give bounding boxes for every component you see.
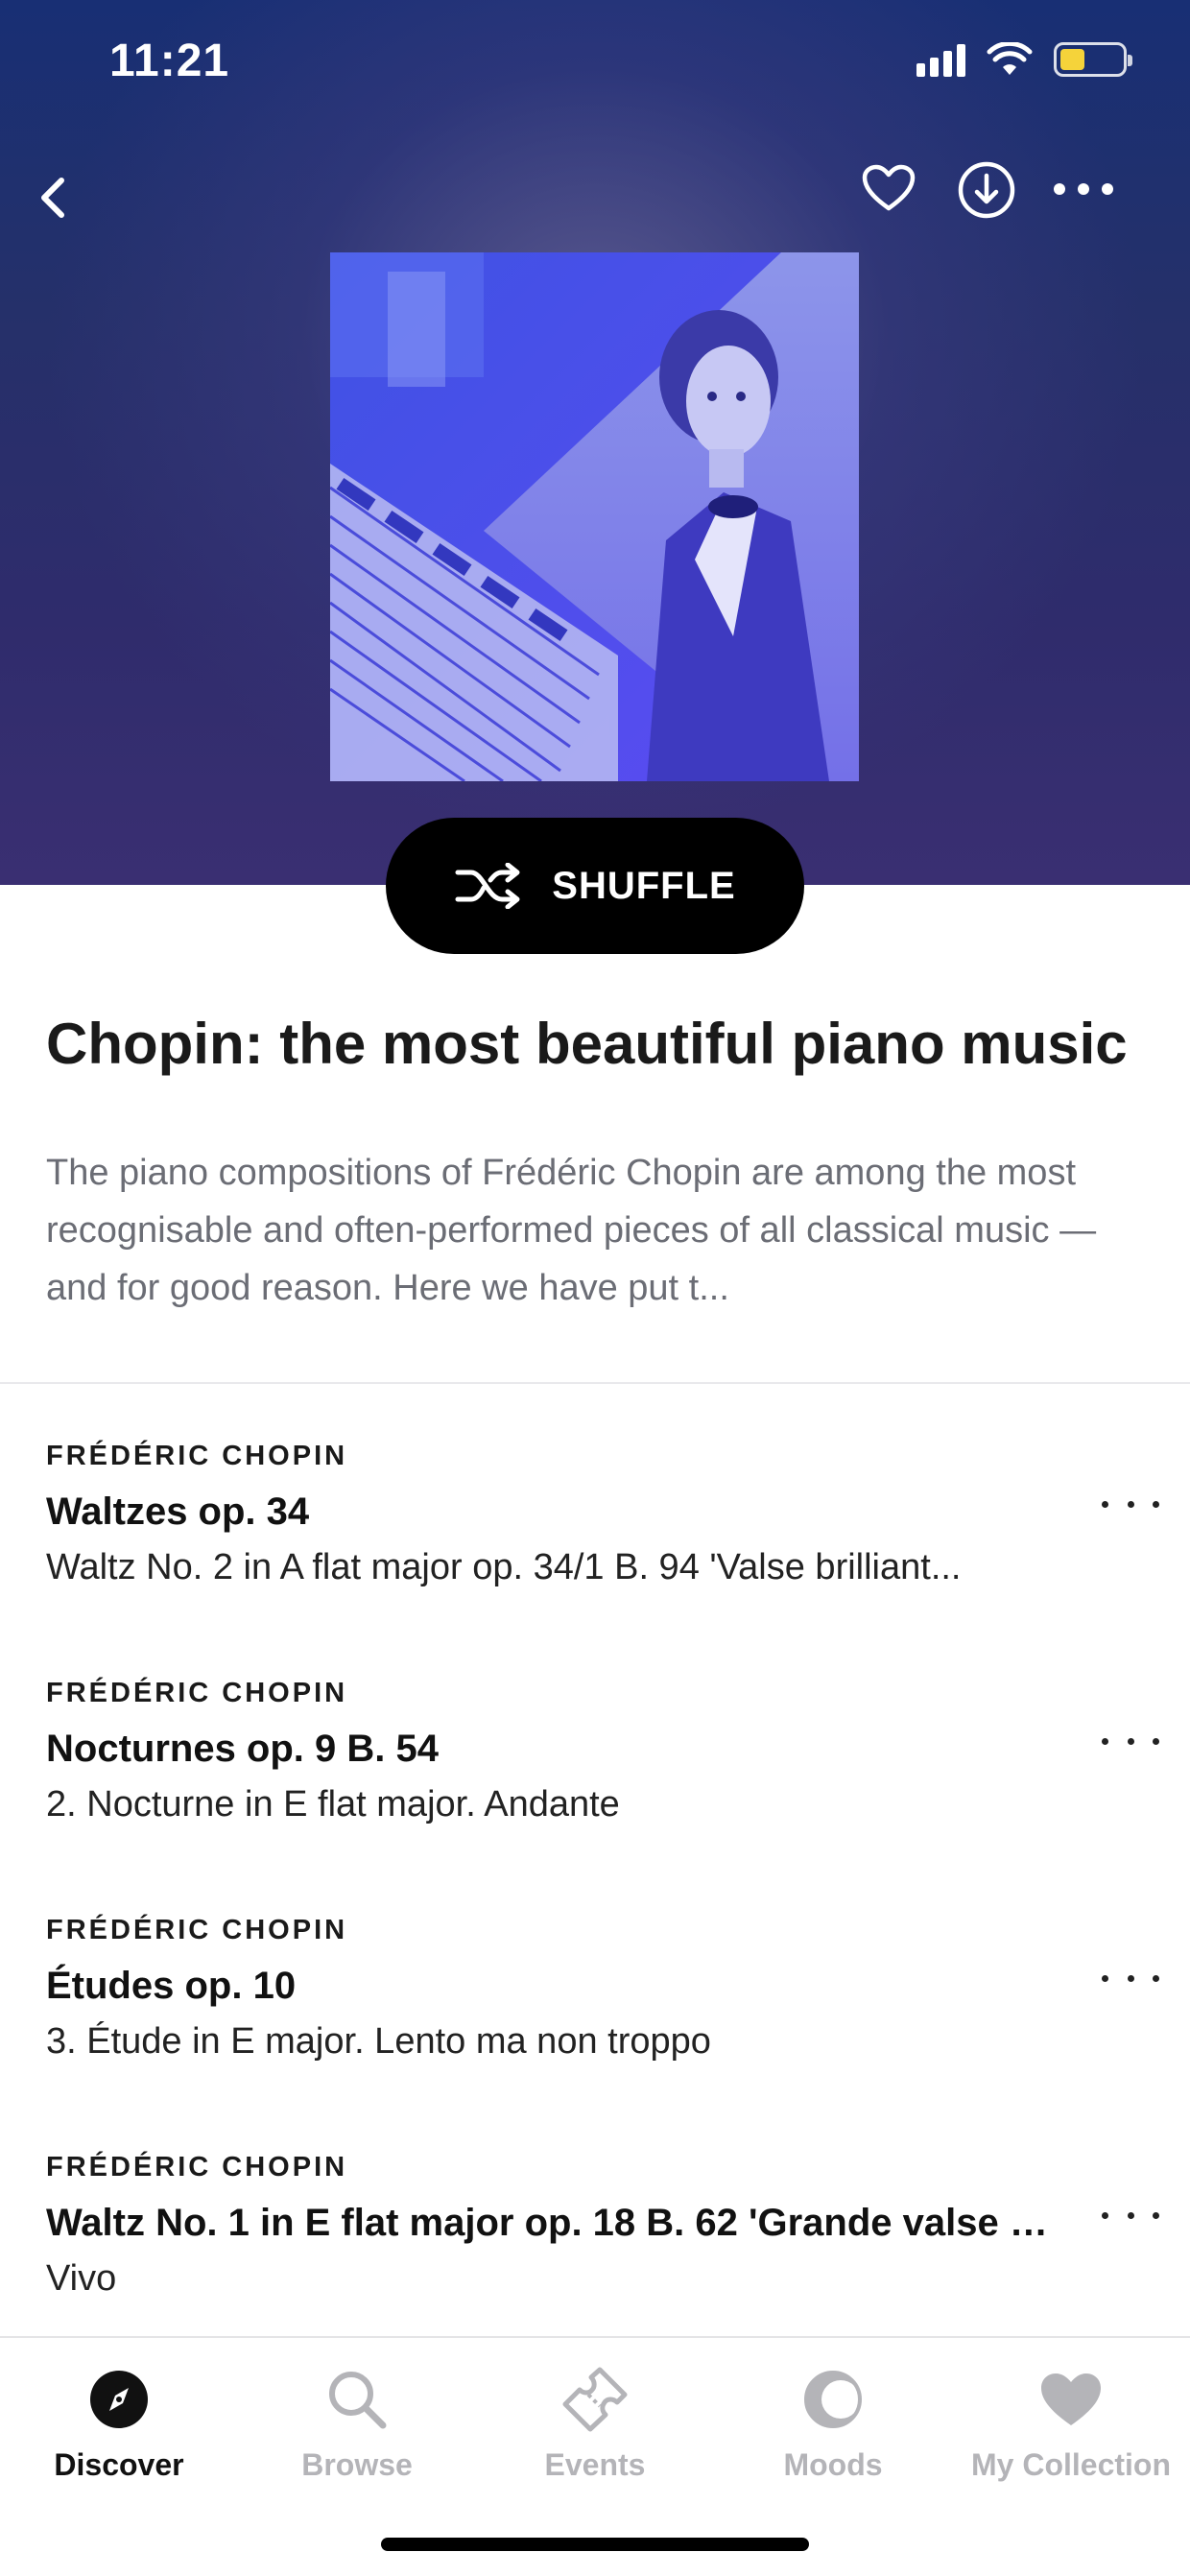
back-button[interactable]: [29, 169, 77, 227]
track-composer: FRÉDÉRIC CHOPIN: [46, 1915, 348, 1945]
track-work: Nocturnes op. 9 B. 54: [46, 1728, 439, 1770]
playlist-cover-art: [330, 252, 859, 781]
home-indicator[interactable]: [381, 2538, 809, 2551]
track-item[interactable]: FRÉDÉRIC CHOPIN Nocturnes op. 9 B. 54 2.…: [46, 1677, 1159, 1828]
tab-discover[interactable]: Discover: [0, 2359, 238, 2513]
track-piece: Waltz No. 2 in A flat major op. 34/1 B. …: [46, 1547, 962, 1587]
track-more-button[interactable]: [1102, 1490, 1159, 1518]
track-work: Waltz No. 1 in E flat major op. 18 B. 62…: [46, 2202, 1063, 2244]
tab-label: Browse: [301, 2447, 413, 2482]
track-piece: Vivo: [46, 2258, 117, 2299]
heart-outline-icon: [862, 164, 916, 211]
track-piece: 3. Étude in E major. Lento ma non troppo: [46, 2021, 711, 2062]
compass-icon: [84, 2365, 154, 2434]
wifi-icon: [987, 42, 1033, 75]
shuffle-label: SHUFFLE: [552, 864, 736, 907]
track-more-button[interactable]: [1102, 1727, 1159, 1755]
playlist-description[interactable]: The piano compositions of Frédéric Chopi…: [46, 1144, 1150, 1317]
divider: [0, 1382, 1190, 1384]
more-horizontal-icon: [1102, 1737, 1108, 1745]
more-horizontal-icon: [1102, 1500, 1108, 1508]
track-more-button[interactable]: [1102, 1964, 1159, 1992]
battery-level: [1060, 49, 1084, 70]
tab-label: Discover: [54, 2447, 184, 2482]
playlist-screen: 11:21 SHUFFLE Chopin: the most beautiful…: [0, 0, 1190, 2576]
track-piece: 2. Nocturne in E flat major. Andante: [46, 1784, 620, 1825]
track-composer: FRÉDÉRIC CHOPIN: [46, 1678, 348, 1708]
tab-browse[interactable]: Browse: [238, 2359, 476, 2513]
moon-icon: [798, 2365, 868, 2434]
tab-moods[interactable]: Moods: [714, 2359, 952, 2513]
download-circle-icon: [958, 161, 1015, 219]
shuffle-button[interactable]: SHUFFLE: [386, 818, 804, 954]
track-composer: FRÉDÉRIC CHOPIN: [46, 2152, 348, 2182]
tab-my-collection[interactable]: My Collection: [952, 2359, 1190, 2513]
track-item[interactable]: FRÉDÉRIC CHOPIN Waltz No. 1 in E flat ma…: [46, 2151, 1159, 2302]
heart-icon: [1036, 2365, 1106, 2434]
playlist-title: Chopin: the most beautiful piano music: [46, 1012, 1128, 1076]
track-work: Études op. 10: [46, 1965, 297, 2007]
track-more-button[interactable]: [1102, 2201, 1159, 2230]
tab-label: Events: [544, 2447, 646, 2482]
track-item[interactable]: FRÉDÉRIC CHOPIN Waltzes op. 34 Waltz No.…: [46, 1440, 1159, 1591]
cellular-signal-icon: [916, 42, 965, 77]
shuffle-icon: [455, 863, 520, 909]
tab-label: Moods: [783, 2447, 883, 2482]
more-horizontal-icon: [1102, 2211, 1108, 2219]
battery-icon: [1054, 42, 1132, 77]
ticket-icon: [560, 2365, 630, 2434]
search-icon: [322, 2365, 392, 2434]
tab-label: My Collection: [970, 2447, 1171, 2482]
tab-events[interactable]: Events: [476, 2359, 714, 2513]
more-options-button[interactable]: [1050, 173, 1117, 205]
download-button[interactable]: [956, 159, 1017, 221]
status-time: 11:21: [109, 36, 230, 86]
more-horizontal-icon: [1102, 1974, 1108, 1982]
status-icons: [916, 42, 1132, 77]
track-composer: FRÉDÉRIC CHOPIN: [46, 1441, 348, 1471]
chevron-left-icon: [41, 178, 64, 218]
chopin-portrait-piano-cover: [330, 252, 859, 781]
track-item[interactable]: FRÉDÉRIC CHOPIN Études op. 10 3. Étude i…: [46, 1914, 1159, 2065]
more-horizontal-icon: [1054, 183, 1113, 195]
track-work: Waltzes op. 34: [46, 1491, 310, 1533]
favorite-button[interactable]: [856, 159, 921, 217]
